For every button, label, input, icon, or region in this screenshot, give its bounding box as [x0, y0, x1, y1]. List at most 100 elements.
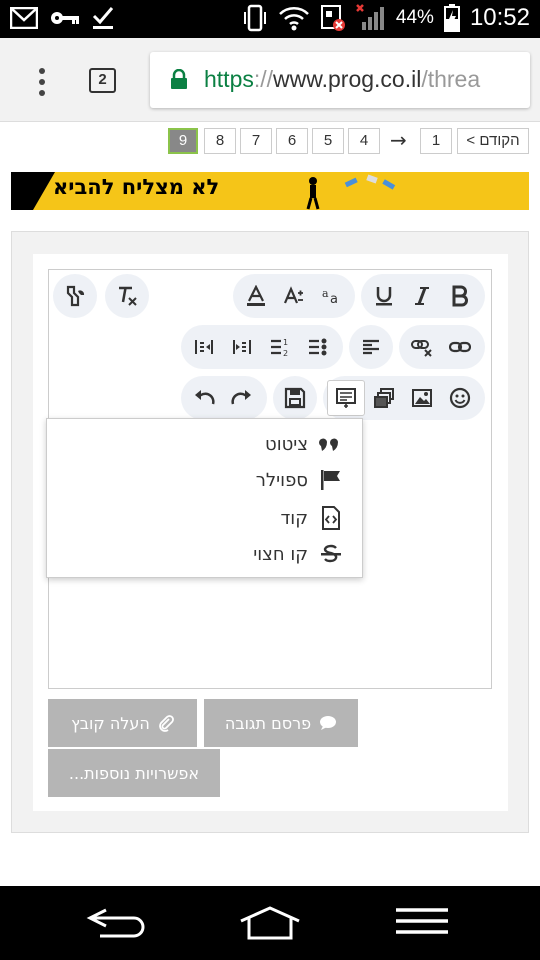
- italic-button[interactable]: [403, 278, 441, 314]
- wifi-icon: [279, 7, 309, 31]
- prev-page-button[interactable]: < הקודם: [457, 128, 529, 154]
- align-button[interactable]: [352, 329, 390, 365]
- toolbar-group-options: [53, 274, 97, 318]
- flying-objects-icon: [344, 174, 396, 190]
- speech-bubble-icon: [320, 716, 337, 730]
- toolbar-group-insert: [323, 376, 485, 420]
- link-icon: [449, 341, 471, 353]
- url-path: /threa: [421, 66, 481, 92]
- page-link-4[interactable]: 4: [348, 128, 380, 154]
- font-family-button[interactable]: aa: [313, 278, 351, 314]
- key-icon: [51, 12, 79, 24]
- page-link-9[interactable]: 9: [168, 128, 198, 154]
- toolbar-group-links: [399, 325, 485, 369]
- svg-text:a: a: [330, 292, 338, 307]
- toolbar-group-align: [349, 325, 393, 369]
- home-button-icon[interactable]: [238, 906, 302, 940]
- page-link-6[interactable]: 6: [276, 128, 308, 154]
- redo-button[interactable]: [223, 380, 261, 416]
- toolbar-group-history: [181, 376, 267, 420]
- post-reply-label: פרסם תגובה: [224, 713, 312, 733]
- font-color-icon: [247, 285, 265, 306]
- menu-item-quote[interactable]: ציטוט: [265, 429, 344, 459]
- code-file-icon: [318, 505, 344, 531]
- undo-button[interactable]: [185, 380, 223, 416]
- toolbar-group-draft: [273, 376, 317, 420]
- editor-toolbar: aa 1 2: [49, 270, 491, 425]
- image-icon: [412, 389, 432, 407]
- redo-icon: [231, 390, 251, 405]
- insert-image-button[interactable]: [403, 380, 441, 416]
- unlink-button[interactable]: [403, 329, 441, 365]
- text-color-button[interactable]: [237, 278, 275, 314]
- pagination-ellipsis-arrow: →: [390, 128, 407, 152]
- upload-file-button[interactable]: העלה קובץ: [48, 699, 197, 747]
- more-options-button[interactable]: אפשרויות נוספות...: [48, 749, 220, 797]
- font-size-icon: [283, 286, 303, 304]
- smiley-icon: [449, 387, 471, 409]
- outdent-button[interactable]: [185, 329, 223, 365]
- download-done-icon: [92, 7, 114, 29]
- banner-text: לא מצליח להביא: [53, 175, 220, 199]
- address-bar[interactable]: https://www.prog.co.il/threa: [150, 52, 530, 108]
- unlink-icon: [411, 340, 432, 357]
- numbered-list-button[interactable]: 12: [261, 329, 299, 365]
- insert-dropdown-menu: ציטוט ספוילר קוד קו חצוי: [46, 418, 363, 578]
- url-host: www.prog.co.il: [273, 66, 422, 92]
- page-link-5[interactable]: 5: [312, 128, 344, 154]
- insert-block-button[interactable]: [327, 380, 365, 416]
- menu-item-label: ספוילר: [255, 469, 308, 491]
- toolbar-group-alignment: 12: [181, 325, 343, 369]
- more-options-label: אפשרויות נוספות...: [68, 763, 200, 783]
- indent-icon: [233, 340, 251, 354]
- link-button[interactable]: [441, 329, 479, 365]
- clear-format-icon: [119, 286, 137, 306]
- nfc-off-icon: [320, 5, 345, 31]
- underline-button[interactable]: [365, 278, 403, 314]
- pagination: 9 8 7 6 5 4 → 1 < הקודם: [0, 128, 540, 156]
- battery-charging-icon: [443, 4, 460, 32]
- menu-dot-icon: [39, 90, 45, 96]
- menu-dot-icon: [39, 79, 45, 85]
- menu-item-code[interactable]: קוד: [280, 503, 344, 533]
- save-draft-button[interactable]: [276, 380, 314, 416]
- underline-icon: [376, 287, 392, 306]
- flag-icon: [318, 467, 344, 493]
- indent-button[interactable]: [223, 329, 261, 365]
- url-scheme: https: [204, 66, 254, 92]
- italic-icon: [415, 287, 429, 305]
- numbered-list-icon: 12: [271, 338, 288, 358]
- menu-item-spoiler[interactable]: ספוילר: [256, 465, 344, 495]
- toolbar-group-font: aa: [233, 274, 355, 318]
- running-figure-icon: [306, 177, 320, 210]
- banner-ad[interactable]: לא מצליח להביא: [11, 172, 529, 210]
- media-icon: [374, 388, 394, 408]
- wrench-icon: [66, 285, 85, 307]
- font-size-button[interactable]: [275, 278, 313, 314]
- page-link-7[interactable]: 7: [240, 128, 272, 154]
- remove-format-button[interactable]: [108, 278, 146, 314]
- bold-button[interactable]: [441, 278, 479, 314]
- toolbar-settings-button[interactable]: [56, 278, 94, 314]
- save-icon: [284, 387, 306, 409]
- browser-menu-button[interactable]: [32, 68, 52, 98]
- url-separator: ://: [253, 66, 274, 92]
- system-navigation-bar: [0, 886, 540, 960]
- menu-item-label: ציטוט: [265, 433, 308, 455]
- page-link-1[interactable]: 1: [420, 128, 452, 154]
- toolbar-group-style: [361, 274, 485, 318]
- strikethrough-icon: [318, 541, 344, 567]
- tab-switcher-button[interactable]: 2: [89, 68, 116, 93]
- status-bar: 44% 10:52: [0, 0, 540, 38]
- post-reply-button[interactable]: פרסם תגובה: [204, 699, 358, 747]
- menu-dot-icon: [39, 68, 45, 74]
- bold-icon: [452, 285, 468, 307]
- menu-button-icon[interactable]: [394, 906, 450, 936]
- bullet-list-button[interactable]: [299, 329, 337, 365]
- smilies-button[interactable]: [441, 380, 479, 416]
- back-button-icon[interactable]: [86, 906, 148, 940]
- media-button[interactable]: [365, 380, 403, 416]
- page-link-8[interactable]: 8: [204, 128, 236, 154]
- menu-item-strikethrough[interactable]: קו חצוי: [253, 539, 344, 569]
- upload-file-label: העלה קובץ: [71, 713, 150, 733]
